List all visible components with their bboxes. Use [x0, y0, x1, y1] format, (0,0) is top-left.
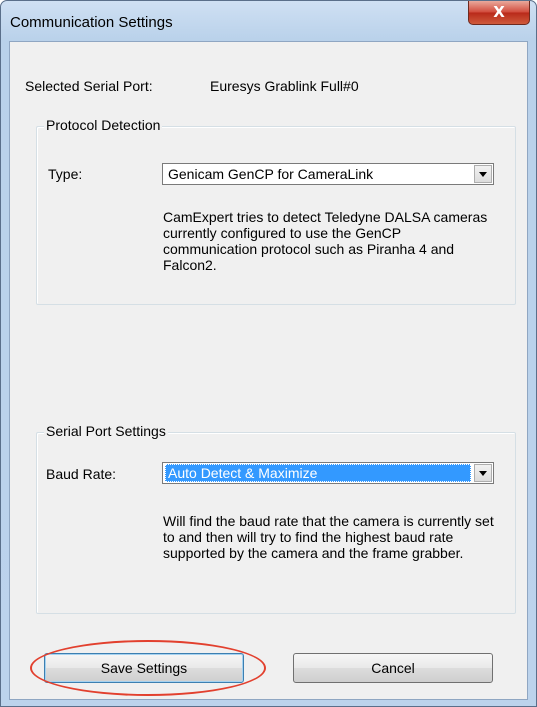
baud-rate-label: Baud Rate: [46, 466, 117, 482]
type-dropdown-value: Genicam GenCP for CameraLink [168, 166, 374, 182]
close-button[interactable]: X [468, 1, 530, 25]
serial-port-settings-legend: Serial Port Settings [44, 423, 168, 439]
save-settings-button[interactable]: Save Settings [44, 653, 244, 683]
dialog-client-area: Selected Serial Port: Euresys Grablink F… [9, 41, 528, 700]
baud-rate-description: Will find the baud rate that the camera … [163, 513, 494, 561]
protocol-description: CamExpert tries to detect Teledyne DALSA… [163, 209, 488, 273]
baud-rate-dropdown-value: Auto Detect & Maximize [165, 464, 471, 482]
cancel-button[interactable]: Cancel [293, 653, 493, 683]
serial-port-value: Euresys Grablink Full#0 [210, 78, 359, 94]
dialog-window: Communication Settings X Selected Serial… [0, 0, 537, 707]
title-bar[interactable]: Communication Settings X [1, 1, 536, 41]
type-dropdown[interactable]: Genicam GenCP for CameraLink [162, 163, 494, 185]
chevron-down-icon[interactable] [474, 165, 492, 183]
type-label: Type: [48, 166, 83, 182]
chevron-down-icon[interactable] [474, 464, 492, 482]
window-title: Communication Settings [10, 14, 173, 31]
close-icon: X [493, 3, 505, 21]
serial-port-label: Selected Serial Port: [25, 78, 153, 94]
protocol-detection-legend: Protocol Detection [44, 117, 163, 133]
baud-rate-dropdown[interactable]: Auto Detect & Maximize [162, 462, 494, 484]
